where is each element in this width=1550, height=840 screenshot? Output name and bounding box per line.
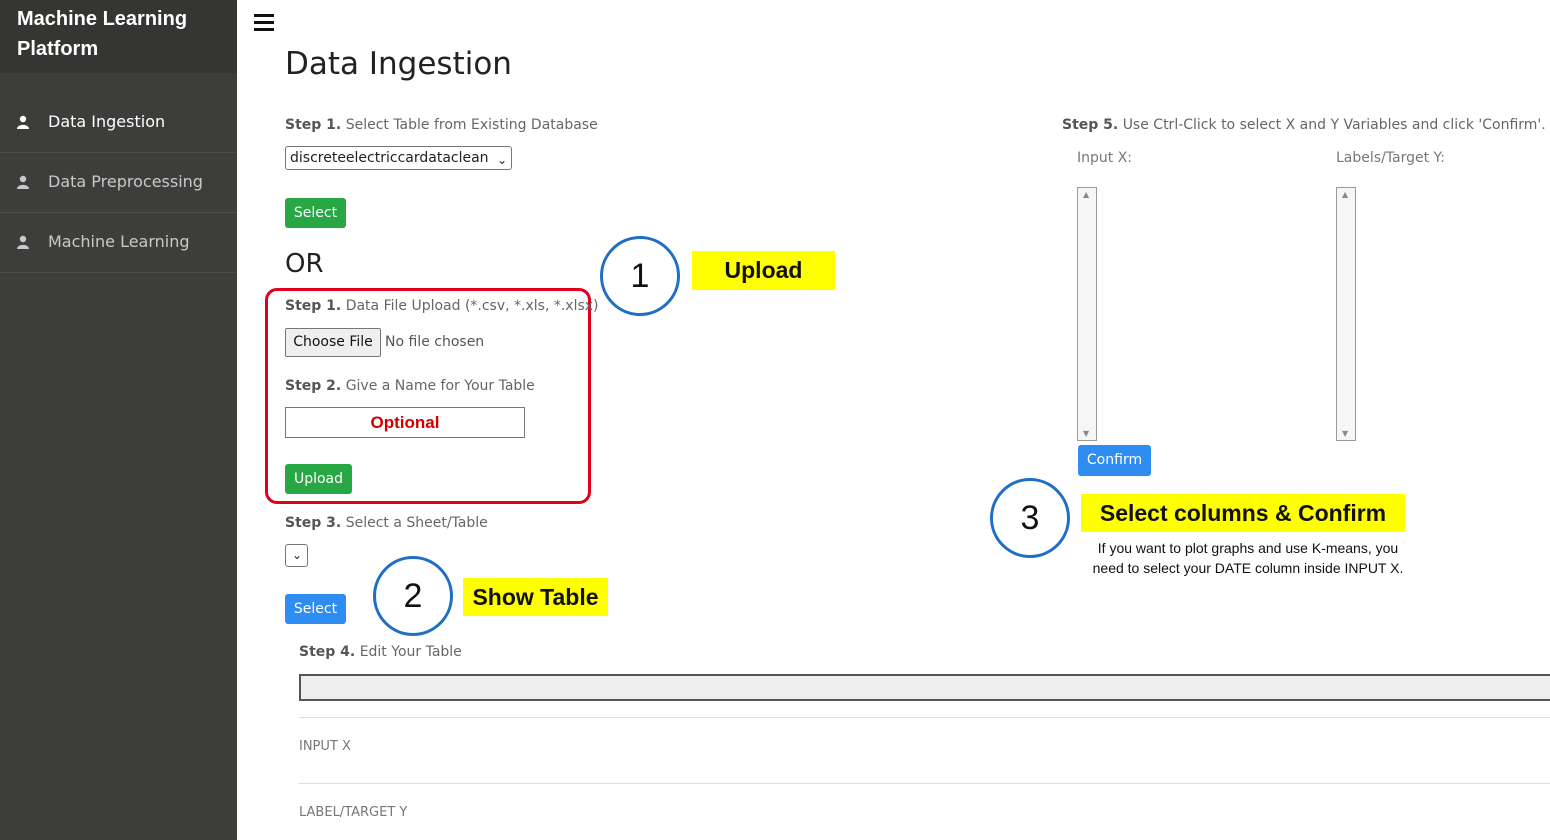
label-target-y-section-label: LABEL/TARGET Y [299, 805, 408, 820]
step5-label: Step 5. Use Ctrl-Click to select X and Y… [1062, 117, 1546, 133]
step-text: Data File Upload (*.csv, *.xls, *.xlsx) [345, 298, 599, 314]
input-x-section-label: INPUT X [299, 739, 351, 754]
user-icon [17, 235, 29, 249]
annotation-tag-select-columns: Select columns & Confirm [1081, 494, 1405, 532]
page-title: Data Ingestion [285, 46, 512, 82]
confirm-button[interactable]: Confirm [1078, 445, 1151, 476]
editable-table[interactable] [299, 674, 1550, 701]
or-divider-text: OR [285, 249, 324, 279]
upload-button[interactable]: Upload [285, 464, 352, 494]
input-x-label: Input X: [1077, 150, 1133, 166]
hamburger-menu-icon[interactable] [254, 14, 274, 32]
annotation-circle-1: 1 [600, 236, 680, 316]
annotation-note-line: need to select your DATE column inside I… [1092, 560, 1404, 576]
step-number: Step 3. [285, 515, 342, 531]
sheet-select[interactable]: ⌄ [285, 544, 308, 567]
chevron-down-icon: ⌄ [496, 153, 507, 167]
select-sheet-button[interactable]: Select [285, 594, 346, 624]
scroll-up-icon[interactable]: ▲ [1083, 190, 1089, 199]
sidebar-item-label: Data Preprocessing [48, 172, 203, 191]
step-text: Give a Name for Your Table [345, 378, 535, 394]
target-y-label: Labels/Target Y: [1336, 150, 1445, 166]
step4-label: Step 4. Edit Your Table [299, 644, 462, 660]
table-select-value: discreteelectriccardataclean [290, 150, 489, 166]
annotation-circle-2: 2 [373, 556, 453, 636]
annotation-note: If you want to plot graphs and use K-mea… [1083, 538, 1413, 578]
input-x-listbox[interactable]: ▲ ▼ [1077, 187, 1097, 441]
step-number: Step 5. [1062, 117, 1119, 133]
annotation-circle-3: 3 [990, 478, 1070, 558]
choose-file-button[interactable]: Choose File [285, 328, 381, 357]
sidebar-item-label: Machine Learning [48, 232, 190, 251]
brand-line-2: Platform [17, 38, 99, 60]
step-number: Step 4. [299, 644, 356, 660]
chevron-down-icon: ⌄ [291, 548, 302, 562]
table-name-input[interactable]: Optional [285, 407, 525, 438]
sidebar: Machine Learning Platform Data Ingestion… [0, 0, 237, 840]
user-icon [17, 115, 29, 129]
step-number: Step 2. [285, 378, 342, 394]
sidebar-item-data-ingestion[interactable]: Data Ingestion [0, 93, 237, 153]
select-table-button[interactable]: Select [285, 198, 346, 228]
step-text: Edit Your Table [359, 644, 462, 660]
step2-label: Step 2. Give a Name for Your Table [285, 378, 535, 394]
sidebar-item-data-preprocessing[interactable]: Data Preprocessing [0, 153, 237, 213]
step-text: Select Table from Existing Database [345, 117, 598, 133]
step1-upload-label: Step 1. Data File Upload (*.csv, *.xls, … [285, 298, 599, 314]
target-y-listbox[interactable]: ▲ ▼ [1336, 187, 1356, 441]
file-status-text: No file chosen [385, 334, 485, 350]
annotation-tag-show-table: Show Table [463, 578, 608, 616]
divider [299, 717, 1550, 718]
scroll-down-icon[interactable]: ▼ [1083, 429, 1089, 438]
step3-label: Step 3. Select a Sheet/Table [285, 515, 488, 531]
step1-db-label: Step 1. Select Table from Existing Datab… [285, 117, 598, 133]
step-number: Step 1. [285, 298, 342, 314]
user-icon [17, 175, 29, 189]
sidebar-item-label: Data Ingestion [48, 112, 166, 131]
divider [299, 783, 1550, 784]
step-text: Select a Sheet/Table [345, 515, 488, 531]
annotation-tag-upload: Upload [692, 251, 835, 290]
table-select[interactable]: discreteelectriccardataclean ⌄ [285, 146, 512, 170]
step-number: Step 1. [285, 117, 342, 133]
scroll-down-icon[interactable]: ▼ [1342, 429, 1348, 438]
annotation-note-line: If you want to plot graphs and use K-mea… [1097, 540, 1399, 556]
scroll-up-icon[interactable]: ▲ [1342, 190, 1348, 199]
brand-line-1: Machine Learning [17, 8, 188, 30]
brand[interactable]: Machine Learning Platform [0, 0, 237, 73]
step-text: Use Ctrl-Click to select X and Y Variabl… [1122, 117, 1546, 133]
sidebar-item-machine-learning[interactable]: Machine Learning [0, 213, 237, 273]
